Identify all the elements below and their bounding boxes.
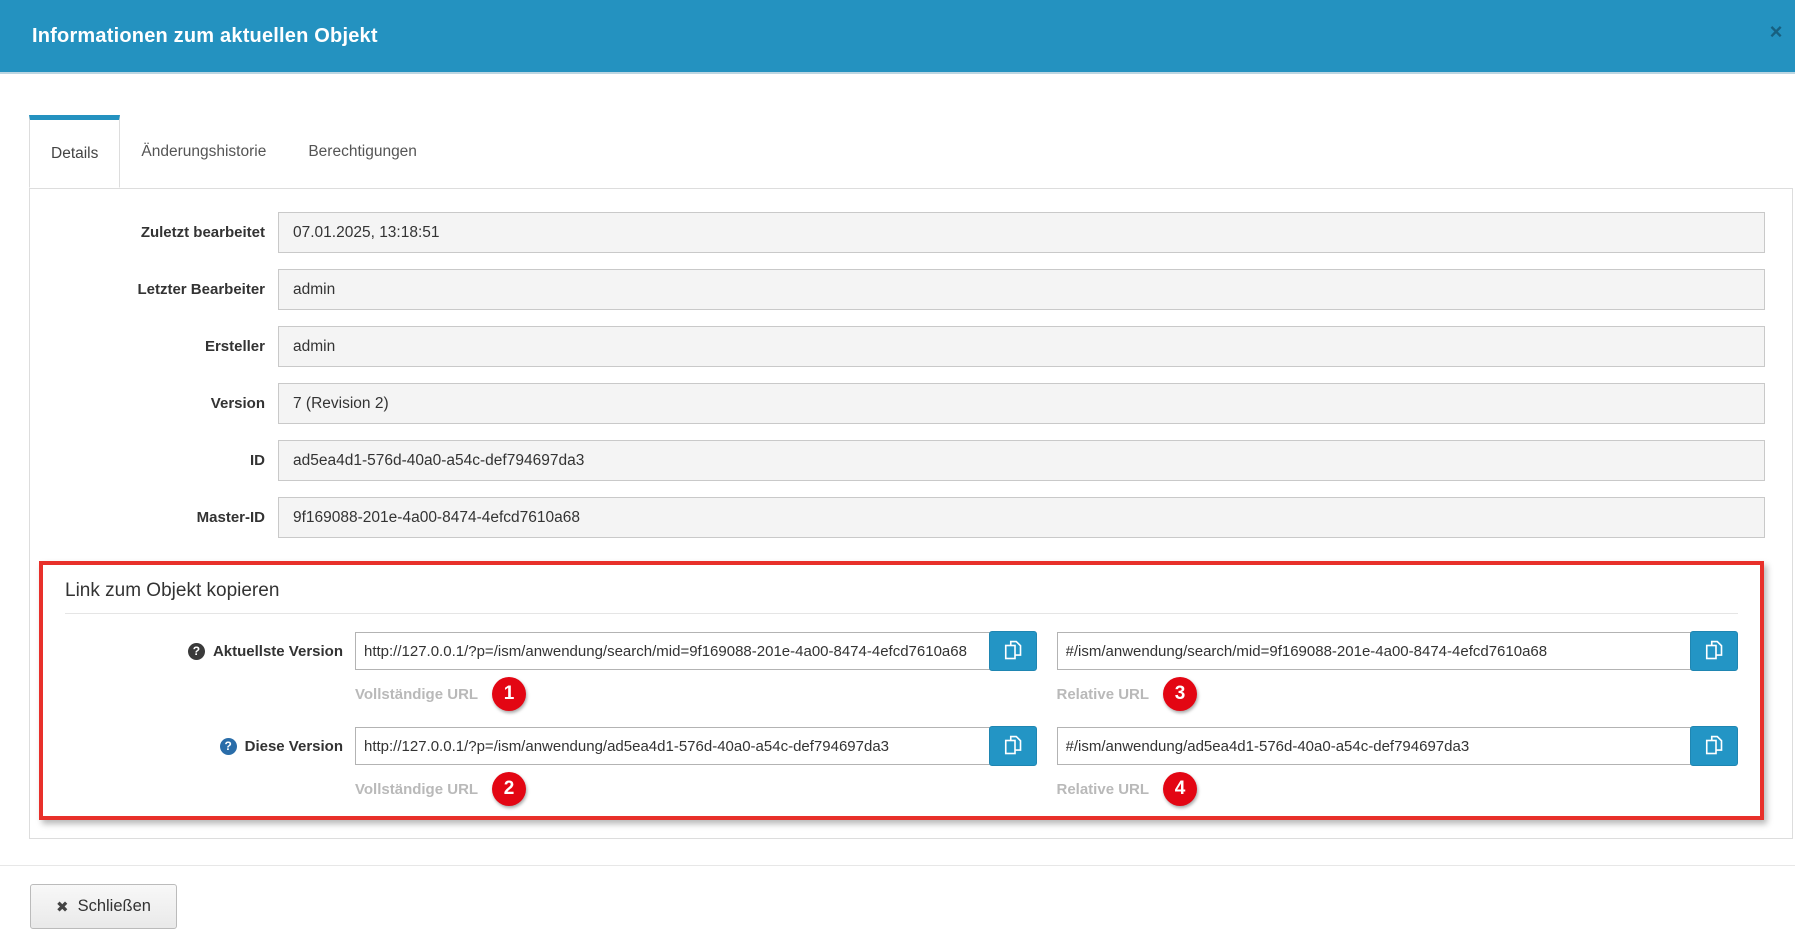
link-label-text: Diese Version — [244, 737, 343, 755]
copy-icon — [1004, 640, 1022, 663]
link-label-text: Aktuellste Version — [212, 642, 343, 660]
field-label: Master-ID — [196, 509, 265, 526]
url-caption: Vollständige URL — [355, 780, 479, 798]
copy-icon — [1705, 640, 1723, 663]
field-value-zuletzt-bearbeitet: 07.01.2025, 13:18:51 — [278, 212, 1765, 253]
detail-row-letzter-bearbeiter: Letzter Bearbeiter admin — [30, 269, 1765, 310]
footer-divider — [0, 865, 1795, 866]
copy-button[interactable] — [1690, 726, 1738, 766]
field-value-id: ad5ea4d1-576d-40a0-a54c-def794697da3 — [278, 440, 1765, 481]
annotation-badge-4: 4 — [1163, 772, 1198, 806]
link-field-relative-url: Relative URL 3 — [1056, 631, 1738, 711]
field-value-master-id: 9f169088-201e-4a00-8474-4efcd7610a68 — [278, 497, 1765, 538]
link-section-annotation-box: Link zum Objekt kopieren ? Aktuellste Ve… — [39, 561, 1764, 820]
link-field-relative-url: Relative URL 4 — [1056, 726, 1738, 806]
field-label: Letzter Bearbeiter — [137, 281, 265, 298]
annotation-badge-1: 1 — [492, 677, 527, 711]
question-circle-icon[interactable]: ? — [219, 737, 237, 755]
link-label: ? Diese Version — [65, 727, 343, 765]
tab-details[interactable]: Details — [29, 115, 121, 188]
detail-row-version: Version 7 (Revision 2) — [30, 383, 1765, 424]
url-caption: Vollständige URL — [355, 685, 479, 703]
schliessen-button-label: Schließen — [77, 897, 151, 915]
modal-header: Informationen zum aktuellen Objekt × — [0, 0, 1795, 74]
detail-row-master-id: Master-ID 9f169088-201e-4a00-8474-4efcd7… — [30, 497, 1765, 538]
detail-row-zuletzt-bearbeitet: Zuletzt bearbeitet 07.01.2025, 13:18:51 — [30, 212, 1765, 253]
detail-row-ersteller: Ersteller admin — [30, 326, 1765, 367]
question-circle-icon[interactable]: ? — [187, 642, 205, 660]
field-label: Version — [210, 395, 265, 412]
link-section-title: Link zum Objekt kopieren — [65, 580, 280, 601]
relative-url-input-diese[interactable] — [1056, 727, 1693, 765]
full-url-input-aktuellste[interactable] — [355, 632, 992, 670]
modal-title: Informationen zum aktuellen Objekt — [32, 24, 378, 47]
link-label: ? Aktuellste Version — [65, 632, 343, 670]
schliessen-button[interactable]: ✖ Schließen — [30, 884, 177, 929]
field-value-version: 7 (Revision 2) — [278, 383, 1765, 424]
full-url-input-diese[interactable] — [355, 727, 992, 765]
copy-button[interactable] — [1690, 631, 1738, 671]
link-section-divider — [65, 613, 1738, 614]
detail-row-id: ID ad5ea4d1-576d-40a0-a54c-def794697da3 — [30, 440, 1765, 481]
relative-url-input-aktuellste[interactable] — [1056, 632, 1693, 670]
url-caption: Relative URL — [1056, 780, 1150, 798]
field-label: Ersteller — [204, 338, 265, 355]
copy-button[interactable] — [988, 631, 1037, 671]
field-label: Zuletzt bearbeitet — [140, 224, 265, 241]
close-icon[interactable]: × — [1763, 18, 1789, 44]
field-value-letzter-bearbeiter: admin — [278, 269, 1765, 310]
copy-icon — [1004, 735, 1022, 758]
tab-bar: Details Änderungshistorie Berechtigungen — [29, 115, 1795, 188]
url-caption: Relative URL — [1056, 685, 1150, 703]
link-field-full-url: Vollständige URL 2 — [355, 726, 1037, 806]
tab-berechtigungen[interactable]: Berechtigungen — [287, 115, 438, 188]
tab-aenderungshistorie[interactable]: Änderungshistorie — [120, 115, 287, 188]
field-label: ID — [250, 452, 265, 469]
annotation-badge-3: 3 — [1163, 677, 1198, 711]
close-x-icon: ✖ — [56, 898, 69, 916]
link-row-aktuellste-version: ? Aktuellste Version http://127.0.0.1/?p… — [65, 631, 1738, 711]
link-row-diese-version: ? Diese Version Vo — [65, 726, 1738, 806]
annotation-badge-2: 2 — [492, 772, 527, 806]
details-panel: Zuletzt bearbeitet 07.01.2025, 13:18:51 … — [29, 188, 1793, 839]
copy-button[interactable] — [988, 726, 1037, 766]
copy-icon — [1705, 735, 1723, 758]
link-field-full-url: Vollständige URL 1 — [355, 631, 1037, 711]
field-value-ersteller: admin — [278, 326, 1765, 367]
